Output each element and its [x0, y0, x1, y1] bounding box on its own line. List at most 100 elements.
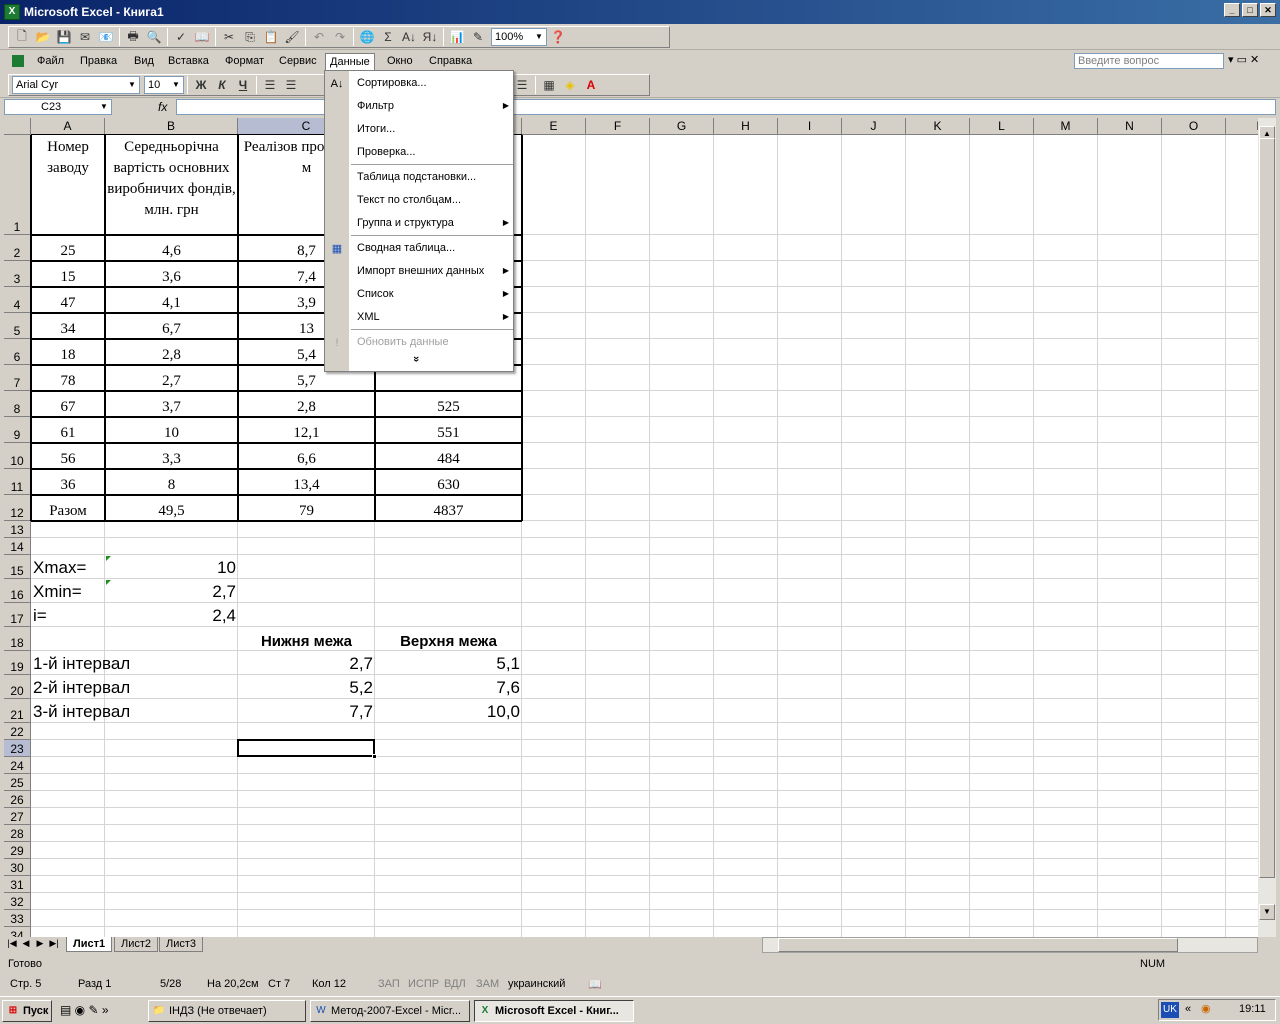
- format-painter-icon[interactable]: 🖌: [282, 27, 302, 47]
- interval-label[interactable]: 3-й інтервал: [31, 699, 238, 723]
- font-combo[interactable]: Arial Cyr ▼: [12, 76, 140, 94]
- vertical-scroll-thumb[interactable]: [1259, 138, 1275, 878]
- row-header-11[interactable]: 11: [4, 469, 31, 495]
- column-header-i[interactable]: I: [778, 118, 842, 135]
- fx-icon[interactable]: fx: [158, 100, 167, 114]
- last-sheet-icon[interactable]: ▶|: [48, 938, 60, 949]
- table-cell[interactable]: 61: [31, 417, 105, 443]
- autosum-icon[interactable]: Σ: [378, 27, 398, 47]
- name-box[interactable]: C23: [4, 99, 112, 115]
- header-cell-fixed-assets[interactable]: Середньорічна вартість основних виробнич…: [105, 135, 238, 235]
- copy-icon[interactable]: ⎘: [240, 27, 260, 47]
- horizontal-scroll-thumb[interactable]: [778, 938, 1178, 952]
- row-header-7[interactable]: 7: [4, 365, 31, 391]
- scroll-down-icon[interactable]: ▼: [1259, 904, 1275, 920]
- table-cell[interactable]: 12,1: [238, 417, 375, 443]
- align-center-icon[interactable]: ☰: [281, 75, 301, 95]
- document-icon[interactable]: [12, 55, 24, 67]
- xmin-value[interactable]: 2,7: [105, 579, 238, 603]
- zoom-combo[interactable]: 100% ▼: [491, 28, 547, 46]
- sheet-tab-3[interactable]: Лист3: [159, 937, 204, 952]
- column-header-j[interactable]: J: [842, 118, 906, 135]
- hyperlink-icon[interactable]: 🌐: [357, 27, 377, 47]
- menu-item-text-to-columns[interactable]: Текст по столбцам...: [357, 190, 507, 210]
- column-header-h[interactable]: H: [714, 118, 778, 135]
- column-header-b[interactable]: B: [105, 118, 238, 135]
- row-header-16[interactable]: 16: [4, 579, 31, 603]
- row-header-6[interactable]: 6: [4, 339, 31, 365]
- menu-item-filter[interactable]: Фильтр ▶: [357, 96, 509, 116]
- interval-width-label[interactable]: i=: [31, 603, 105, 627]
- table-cell[interactable]: 18: [31, 339, 105, 365]
- task-button-indz[interactable]: 📁 ІНДЗ (Не отвечает): [148, 1000, 306, 1022]
- row-header-2[interactable]: 2: [4, 235, 31, 261]
- menu-format[interactable]: Формат: [221, 53, 268, 70]
- interval-upper[interactable]: 10,0: [375, 699, 522, 723]
- sort-descending-icon[interactable]: Я↓: [420, 27, 440, 47]
- paste-icon[interactable]: 📋: [261, 27, 281, 47]
- row-header-20[interactable]: 20: [4, 675, 31, 699]
- menu-edit[interactable]: Правка: [76, 53, 121, 70]
- total-label-cell[interactable]: Разом: [31, 495, 105, 521]
- start-button[interactable]: ⊞ Пуск: [2, 1000, 52, 1022]
- table-cell[interactable]: 6,6: [238, 443, 375, 469]
- menu-item-refresh-data[interactable]: Обновить данные: [357, 332, 507, 352]
- column-header-e[interactable]: E: [522, 118, 586, 135]
- undo-icon[interactable]: ↶: [309, 27, 329, 47]
- drawing-icon[interactable]: ✎: [468, 27, 488, 47]
- interval-lower[interactable]: 5,2: [238, 675, 375, 699]
- row-header-21[interactable]: 21: [4, 699, 31, 723]
- row-header-18[interactable]: 18: [4, 627, 31, 651]
- table-cell[interactable]: 15: [31, 261, 105, 287]
- sheet-tab-1[interactable]: Лист1: [66, 937, 113, 952]
- table-cell[interactable]: 630: [375, 469, 522, 495]
- maximize-button[interactable]: □: [1242, 3, 1258, 17]
- interval-upper[interactable]: 5,1: [375, 651, 522, 675]
- status-ext[interactable]: ВДЛ: [444, 978, 466, 990]
- minimize-button[interactable]: _: [1224, 3, 1240, 17]
- chevron-down-icon[interactable]: ▼: [100, 102, 108, 111]
- menu-insert[interactable]: Вставка: [164, 53, 213, 70]
- sheet-tab-2[interactable]: Лист2: [114, 937, 159, 952]
- row-header-32[interactable]: 32: [4, 893, 31, 910]
- redo-icon[interactable]: ↷: [330, 27, 350, 47]
- table-cell[interactable]: 47: [31, 287, 105, 313]
- table-cell[interactable]: 525: [375, 391, 522, 417]
- table-cell[interactable]: 10: [105, 417, 238, 443]
- print-icon[interactable]: 🖶: [123, 27, 143, 47]
- spreadsheet-grid[interactable]: ABCDEFGHIJKLMNOP123456789101112131415161…: [4, 118, 1258, 937]
- xmin-label[interactable]: Xmin=: [31, 579, 105, 603]
- question-box[interactable]: Введите вопрос: [1074, 53, 1224, 69]
- xmax-label[interactable]: Xmax=: [31, 555, 105, 579]
- first-sheet-icon[interactable]: |◀: [6, 938, 18, 949]
- chart-wizard-icon[interactable]: 📊: [447, 27, 467, 47]
- new-icon[interactable]: 🗋: [12, 27, 32, 47]
- interval-label[interactable]: 2-й інтервал: [31, 675, 238, 699]
- italic-button[interactable]: К: [212, 75, 232, 95]
- table-cell[interactable]: 34: [31, 313, 105, 339]
- column-header-g[interactable]: G: [650, 118, 714, 135]
- row-header-9[interactable]: 9: [4, 417, 31, 443]
- upper-bound-header[interactable]: Верхня межа: [375, 627, 522, 651]
- total-cell[interactable]: 4837: [375, 495, 522, 521]
- table-cell[interactable]: 484: [375, 443, 522, 469]
- interval-label[interactable]: 1-й інтервал: [31, 651, 238, 675]
- column-header-k[interactable]: K: [906, 118, 970, 135]
- table-cell[interactable]: 3,7: [105, 391, 238, 417]
- table-cell[interactable]: 56: [31, 443, 105, 469]
- total-cell[interactable]: 49,5: [105, 495, 238, 521]
- vertical-scrollbar[interactable]: ▲ ▼: [1258, 118, 1276, 937]
- research-icon[interactable]: 📖: [192, 27, 212, 47]
- table-cell[interactable]: 36: [31, 469, 105, 495]
- row-header-31[interactable]: 31: [4, 876, 31, 893]
- column-header-m[interactable]: M: [1034, 118, 1098, 135]
- status-fix[interactable]: ИСПР: [408, 978, 439, 990]
- status-rec[interactable]: ЗАП: [378, 978, 400, 990]
- tray-expand-icon[interactable]: «: [1185, 1003, 1191, 1015]
- column-header-n[interactable]: N: [1098, 118, 1162, 135]
- spelling-icon[interactable]: ✓: [171, 27, 191, 47]
- row-header-22[interactable]: 22: [4, 723, 31, 740]
- quick-launch-icons[interactable]: ▤ ◉ ✎ »: [60, 1003, 109, 1017]
- align-left-icon[interactable]: ☰: [260, 75, 280, 95]
- row-header-28[interactable]: 28: [4, 825, 31, 842]
